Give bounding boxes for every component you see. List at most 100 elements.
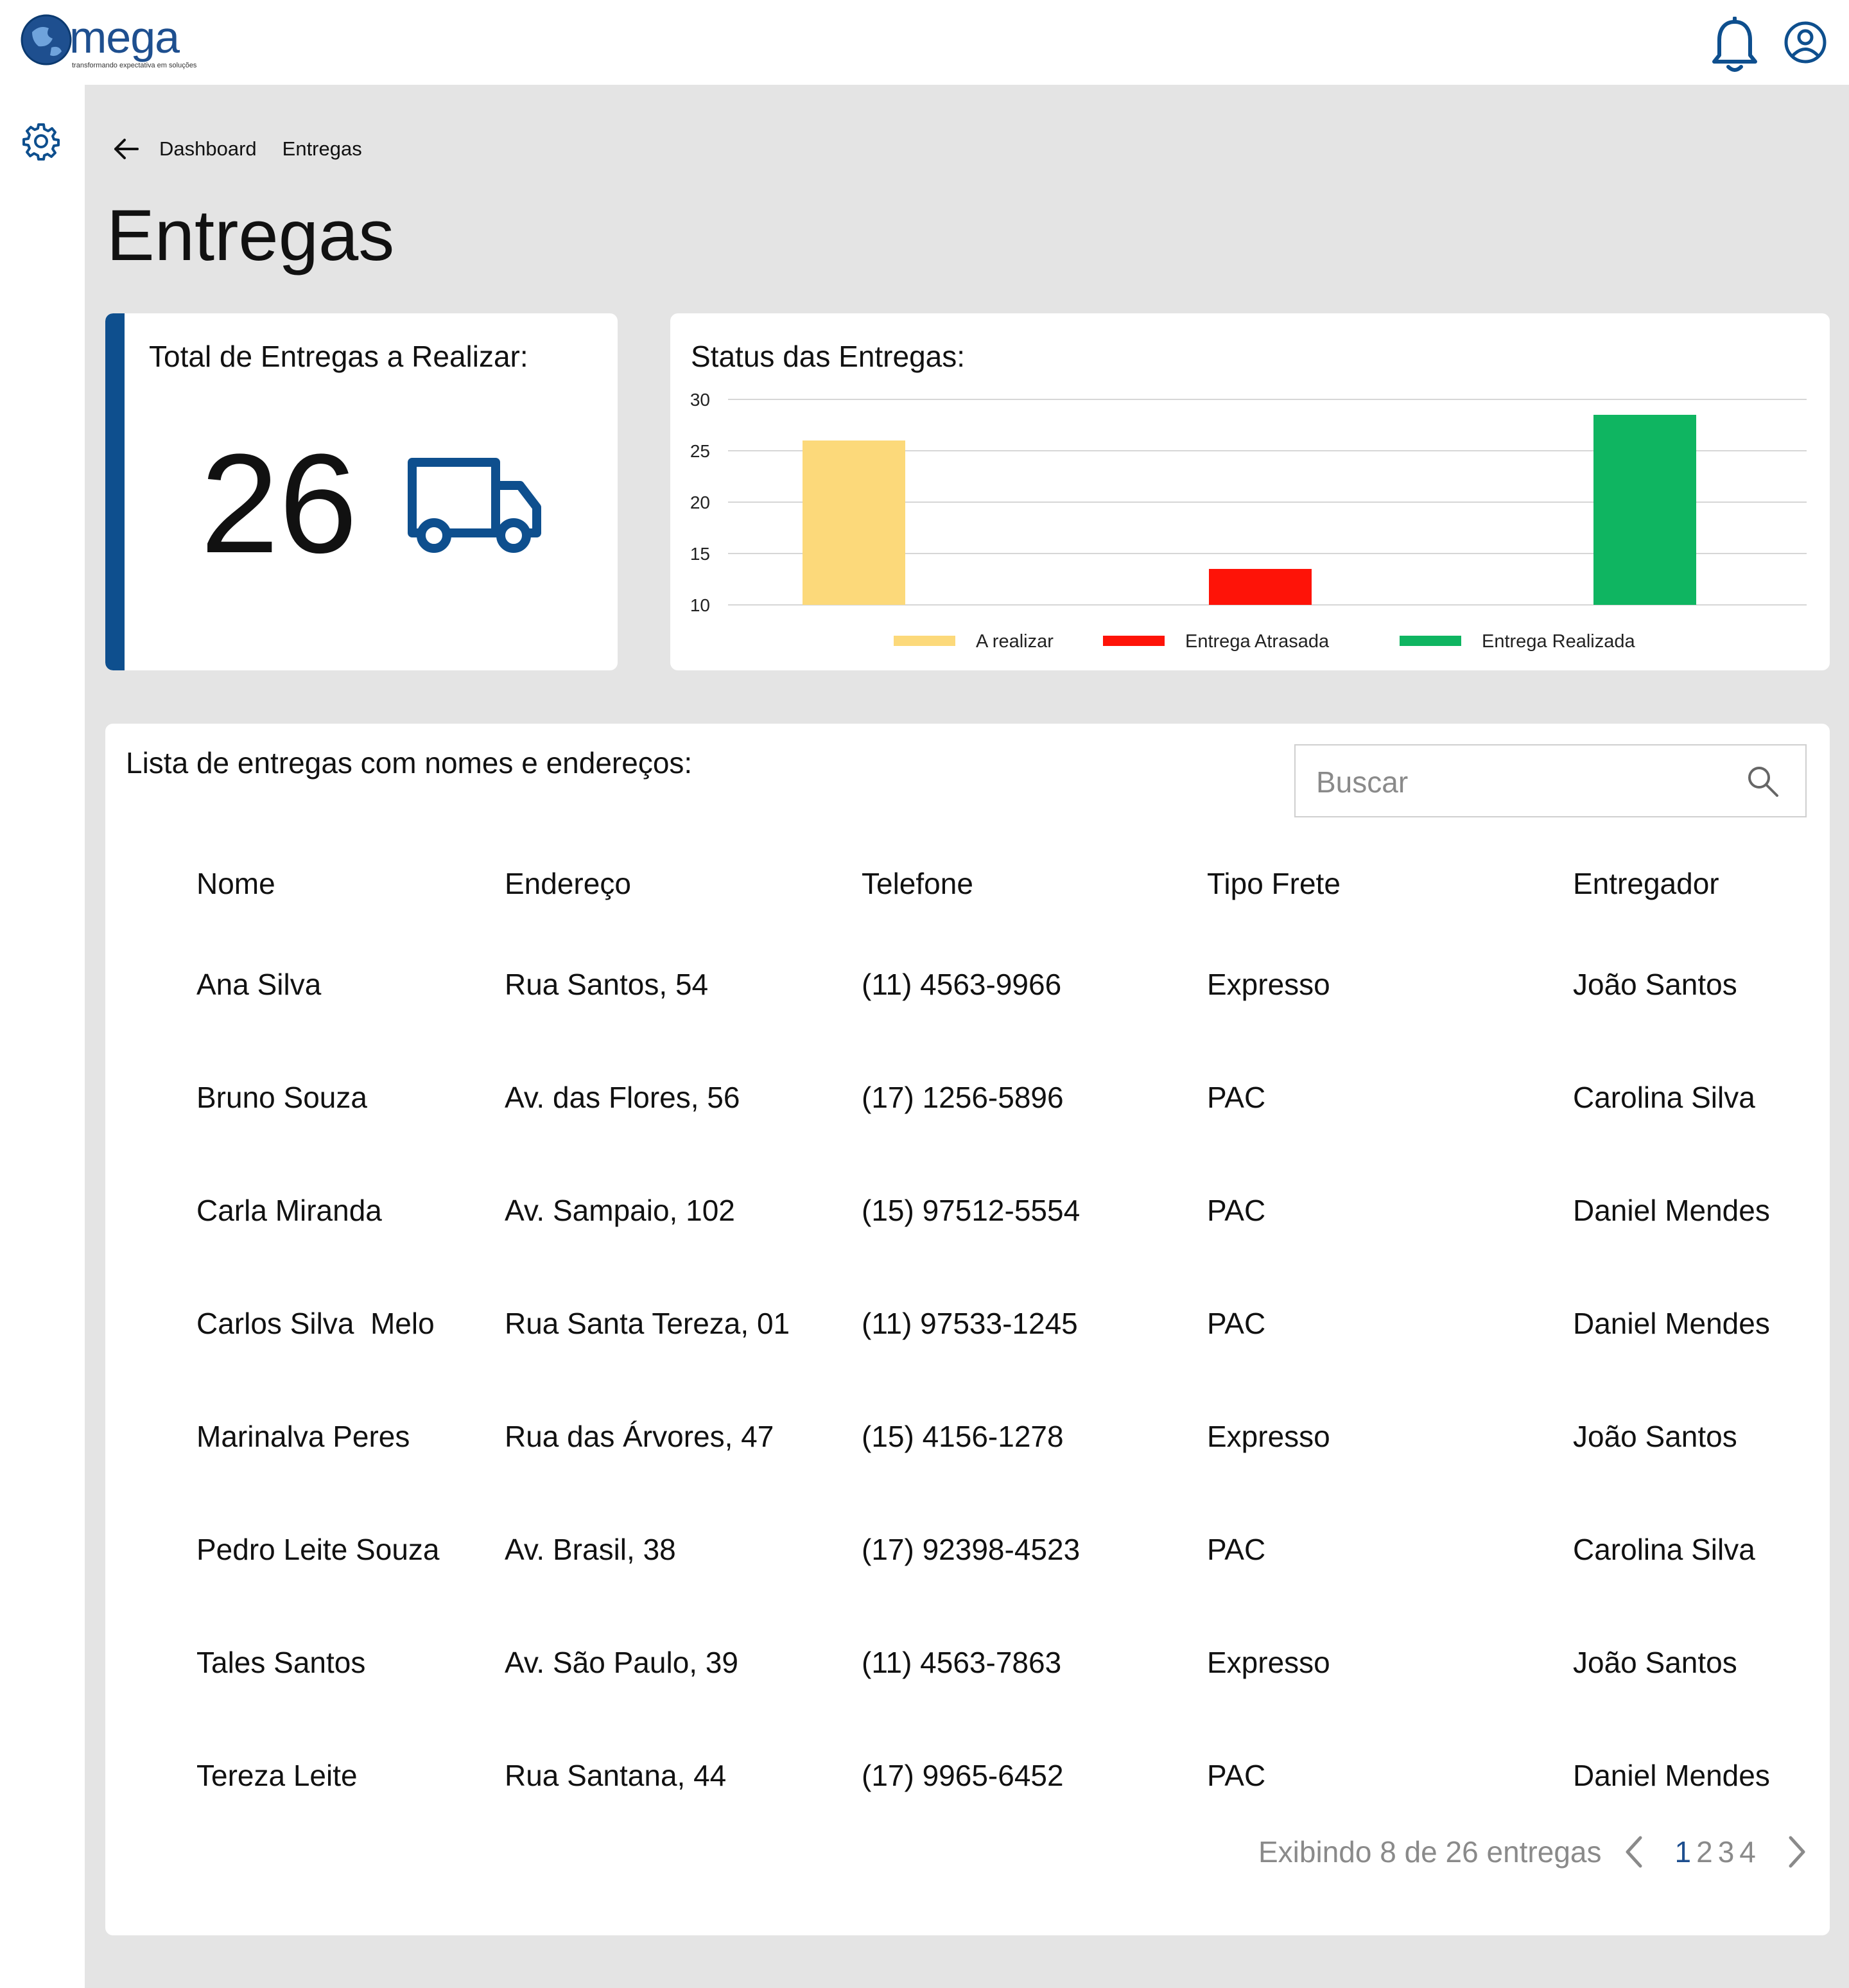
y-tick-label: 20	[690, 493, 710, 512]
total-deliveries-value: 26	[200, 424, 358, 582]
cell-nome: Marinalva Peres	[196, 1420, 410, 1453]
card-accent-bar	[105, 313, 125, 670]
column-header-endereco[interactable]: Endereço	[505, 866, 862, 928]
cell-nome: Tereza Leite	[196, 1759, 358, 1792]
cell-endereco: Rua Santana, 44	[505, 1759, 727, 1792]
cell-tipo-frete: Expresso	[1207, 968, 1330, 1001]
arrow-left-icon[interactable]	[110, 134, 141, 164]
user-account-icon[interactable]	[1784, 21, 1827, 64]
y-tick-label: 15	[690, 544, 710, 564]
chevron-left-icon[interactable]	[1621, 1833, 1647, 1871]
breadcrumb-item-dashboard[interactable]: Dashboard	[159, 137, 257, 161]
pagination-info: Exibindo 8 de 26 entregas	[1258, 1835, 1602, 1869]
legend-label: A realizar	[976, 631, 1054, 652]
page-title: Entregas	[107, 195, 395, 275]
delivery-status-card: Status das Entregas: 30 25 20 15 10 A realiza…	[670, 313, 1830, 670]
logo[interactable]: mega transformando expectativa em soluçõ…	[19, 12, 212, 76]
truck-icon	[408, 458, 541, 553]
cell-telefone: (15) 4156-1278	[862, 1420, 1064, 1453]
page-3-link[interactable]: 3	[1718, 1835, 1735, 1869]
y-tick-label: 25	[690, 441, 710, 461]
cell-telefone: (17) 1256-5896	[862, 1081, 1064, 1114]
cell-telefone: (11) 4563-9966	[862, 968, 1062, 1001]
cell-tipo-frete: PAC	[1207, 1307, 1266, 1340]
breadcrumb-item-entregas[interactable]: Entregas	[282, 137, 362, 161]
column-header-nome[interactable]: Nome	[196, 866, 505, 928]
page-1-link[interactable]: 1	[1675, 1835, 1692, 1869]
logo-text: mega	[69, 12, 180, 62]
cell-tipo-frete: Expresso	[1207, 1646, 1330, 1679]
notification-bell-icon[interactable]	[1710, 17, 1759, 73]
cell-entregador: João Santos	[1573, 968, 1737, 1001]
table-row[interactable]: Pedro Leite Souza Av. Brasil, 38 (17) 92…	[196, 1493, 1804, 1606]
legend-swatch	[1400, 636, 1461, 646]
total-deliveries-card: Total de Entregas a Realizar: 26	[105, 313, 618, 670]
cell-endereco: Rua das Árvores, 47	[505, 1420, 774, 1453]
cell-telefone: (11) 97533-1245	[862, 1307, 1078, 1340]
deliveries-table: Nome Endereço Telefone Tipo Frete Entreg…	[196, 866, 1804, 1832]
table-header-row: Nome Endereço Telefone Tipo Frete Entreg…	[196, 866, 1804, 928]
table-row[interactable]: Carlos Silva Melo Rua Santa Tereza, 01 (…	[196, 1267, 1804, 1380]
cell-endereco: Av. São Paulo, 39	[505, 1646, 739, 1679]
legend-label: Entrega Atrasada	[1185, 631, 1330, 652]
list-title: Lista de entregas com nomes e endereços:	[126, 746, 693, 780]
chevron-right-icon[interactable]	[1784, 1833, 1810, 1871]
cell-nome: Ana Silva	[196, 968, 322, 1001]
table-row[interactable]: Tales Santos Av. São Paulo, 39 (11) 4563…	[196, 1606, 1804, 1719]
table-row[interactable]: Bruno Souza Av. das Flores, 56 (17) 1256…	[196, 1041, 1804, 1154]
legend-swatch	[894, 636, 955, 646]
cell-entregador: João Santos	[1573, 1646, 1737, 1679]
cell-entregador: Daniel Mendes	[1573, 1759, 1770, 1792]
cell-telefone: (15) 97512-5554	[862, 1194, 1081, 1227]
cell-endereco: Av. das Flores, 56	[505, 1081, 740, 1114]
cell-telefone: (17) 9965-6452	[862, 1759, 1064, 1792]
main-content: Dashboard Entregas Entregas Total de Ent…	[85, 85, 1849, 1988]
cell-tipo-frete: PAC	[1207, 1194, 1266, 1227]
cell-entregador: Carolina Silva	[1573, 1081, 1755, 1114]
settings-gear-icon[interactable]	[22, 122, 60, 161]
column-header-entregador[interactable]: Entregador	[1573, 866, 1804, 928]
column-header-tipo-frete[interactable]: Tipo Frete	[1207, 866, 1573, 928]
cell-endereco: Av. Brasil, 38	[505, 1533, 676, 1566]
total-deliveries-label: Total de Entregas a Realizar:	[149, 340, 528, 373]
cell-nome: Pedro Leite Souza	[196, 1533, 440, 1566]
cell-tipo-frete: PAC	[1207, 1759, 1266, 1792]
table-row[interactable]: Carla Miranda Av. Sampaio, 102 (15) 9751…	[196, 1154, 1804, 1267]
sidebar	[0, 85, 85, 1988]
y-tick-label: 10	[690, 595, 710, 615]
table-row[interactable]: Ana Silva Rua Santos, 54 (11) 4563-9966 …	[196, 928, 1804, 1041]
cell-tipo-frete: PAC	[1207, 1081, 1266, 1114]
search-input[interactable]: Buscar	[1294, 744, 1807, 817]
cell-nome: Bruno Souza	[196, 1081, 367, 1114]
legend-label: Entrega Realizada	[1482, 631, 1635, 652]
page-4-link[interactable]: 4	[1739, 1835, 1756, 1869]
globe-logo-icon	[21, 14, 72, 65]
cell-nome: Carlos Silva Melo	[196, 1307, 435, 1340]
legend-swatch	[1103, 636, 1165, 646]
cell-entregador: Daniel Mendes	[1573, 1194, 1770, 1227]
cell-endereco: Rua Santa Tereza, 01	[505, 1307, 790, 1340]
table-row[interactable]: Tereza Leite Rua Santana, 44 (17) 9965-6…	[196, 1719, 1804, 1832]
breadcrumb: Dashboard Entregas	[110, 130, 388, 168]
cell-telefone: (11) 4563-7863	[862, 1646, 1062, 1679]
search-icon[interactable]	[1745, 763, 1781, 799]
bar-2	[1209, 569, 1312, 605]
bar-3	[1593, 415, 1696, 605]
top-bar: mega transformando expectativa em soluçõ…	[0, 0, 1849, 85]
cell-entregador: João Santos	[1573, 1420, 1737, 1453]
logo-tagline: transformando expectativa em soluções	[72, 62, 197, 69]
deliveries-list-card: Lista de entregas com nomes e endereços:…	[105, 724, 1830, 1935]
cell-endereco: Av. Sampaio, 102	[505, 1194, 735, 1227]
search-placeholder: Buscar	[1316, 765, 1409, 799]
cell-entregador: Carolina Silva	[1573, 1533, 1755, 1566]
y-tick-label: 30	[690, 390, 710, 410]
pagination: Exibindo 8 de 26 entregas 1 2 3 4	[1258, 1829, 1810, 1874]
table-row[interactable]: Marinalva Peres Rua das Árvores, 47 (15)…	[196, 1380, 1804, 1493]
cell-tipo-frete: PAC	[1207, 1533, 1266, 1566]
cell-nome: Tales Santos	[196, 1646, 366, 1679]
cell-endereco: Rua Santos, 54	[505, 968, 709, 1001]
cell-telefone: (17) 92398-4523	[862, 1533, 1081, 1566]
status-bar-chart: 30 25 20 15 10 A realizar Entrega Atrasada Entr…	[690, 390, 1807, 652]
page-2-link[interactable]: 2	[1696, 1835, 1713, 1869]
column-header-telefone[interactable]: Telefone	[862, 866, 1207, 928]
